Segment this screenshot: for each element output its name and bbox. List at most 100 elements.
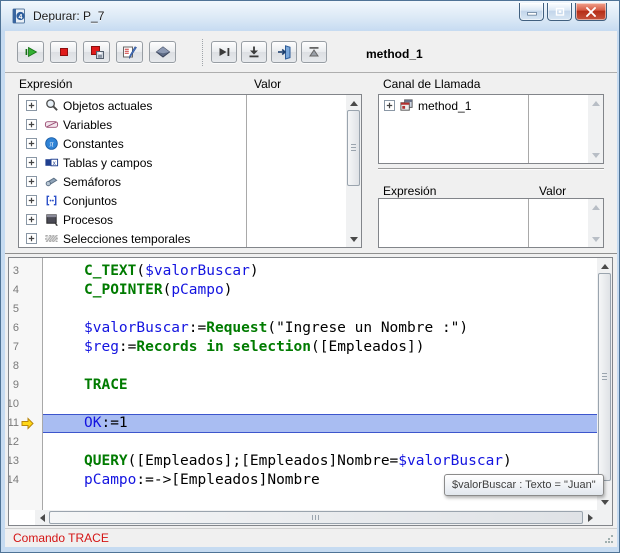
resize-grip[interactable] <box>604 534 614 544</box>
edit-icon <box>122 44 138 60</box>
code-line-5[interactable]: 5 <box>9 300 597 319</box>
code-segment: ) <box>224 282 233 298</box>
titlebar[interactable]: 4 Depurar: P_7 <box>1 1 620 31</box>
scrollbar-thumb[interactable] <box>347 110 360 186</box>
code-line-10[interactable]: 10 <box>9 395 597 414</box>
scroll-down-button[interactable] <box>346 232 361 246</box>
expand-icon[interactable] <box>26 157 37 168</box>
call-chain-item-0[interactable]: method_1 <box>379 96 587 115</box>
expression-tree-item-2[interactable]: πConstantes <box>19 134 345 153</box>
minimize-button[interactable] <box>519 3 544 21</box>
line-number[interactable]: 10 <box>9 395 19 414</box>
code-line-11[interactable]: 11OK:=1 <box>9 414 597 433</box>
call-chain-scrollbar <box>588 95 603 163</box>
expand-icon[interactable] <box>26 119 37 130</box>
scroll-up-button[interactable] <box>346 96 361 110</box>
expression-tree-item-1[interactable]: Variables <box>19 115 345 134</box>
scrollbar-thumb[interactable] <box>49 511 583 524</box>
code-line-12[interactable]: 12 <box>9 433 597 452</box>
abort-and-edit-button[interactable] <box>83 41 110 63</box>
expression-scrollbar <box>346 95 361 247</box>
code-segment: Request <box>206 320 267 336</box>
scroll-down-button[interactable] <box>597 495 612 509</box>
code-segment: $valorBuscar <box>145 263 250 279</box>
edit-method-button[interactable] <box>116 41 143 63</box>
play-icon <box>23 44 39 60</box>
line-number[interactable]: 6 <box>9 319 19 338</box>
code-line-4[interactable]: 4 C_POINTER(pCampo) <box>9 281 597 300</box>
expression-tree-item-0[interactable]: Objetos actuales <box>19 96 345 115</box>
line-number[interactable]: 3 <box>9 262 19 281</box>
code-line-13[interactable]: 13QUERY([Empleados];[Empleados]Nombre=$v… <box>9 452 597 471</box>
code-line-7[interactable]: 7$reg:=Records in selection([Empleados]) <box>9 338 597 357</box>
expression-tree-item-7[interactable]: Selecciones temporales <box>19 229 345 246</box>
process-icon <box>44 212 59 227</box>
watch-listbox[interactable] <box>378 198 604 248</box>
line-number[interactable]: 12 <box>9 433 19 452</box>
step-over-button[interactable] <box>211 41 237 63</box>
method-icon <box>399 98 414 113</box>
close-button[interactable] <box>575 3 607 21</box>
step-into-button[interactable] <box>241 41 267 63</box>
code-line-6[interactable]: 6$valorBuscar:=Request("Ingrese un Nombr… <box>9 319 597 338</box>
scroll-right-button[interactable] <box>583 510 597 525</box>
step-out-button[interactable] <box>271 41 297 63</box>
expression-tree-item-6[interactable]: Procesos <box>19 210 345 229</box>
line-number[interactable]: 9 <box>9 376 19 395</box>
panel-splitter-vertical[interactable] <box>364 94 376 248</box>
expand-icon[interactable] <box>26 195 37 206</box>
code-line-9[interactable]: 9TRACE <box>9 376 597 395</box>
scroll-down-button[interactable] <box>588 148 603 162</box>
step-to-end-button[interactable] <box>301 41 327 63</box>
call-chain-listbox: method_1 <box>378 94 604 164</box>
right-panel-divider[interactable] <box>378 168 604 170</box>
save-settings-button[interactable] <box>149 41 176 63</box>
current-method-label: method_1 <box>366 47 423 61</box>
watch-value-header: Valor <box>539 184 566 198</box>
step-over-icon <box>216 44 232 60</box>
expression-tree-item-4[interactable]: Semáforos <box>19 172 345 191</box>
code-segment: ( <box>136 263 145 279</box>
column-separator[interactable] <box>246 95 247 247</box>
code-vertical-scrollbar <box>597 258 612 510</box>
expand-icon[interactable] <box>26 138 37 149</box>
step-out-icon <box>276 44 292 60</box>
scroll-up-button[interactable] <box>588 96 603 110</box>
scroll-down-button[interactable] <box>588 232 603 246</box>
scroll-left-button[interactable] <box>35 510 49 525</box>
line-number[interactable]: 14 <box>9 471 19 490</box>
line-number[interactable]: 5 <box>9 300 19 319</box>
scrollbar-thumb[interactable] <box>598 273 611 481</box>
code-text: C_POINTER(pCampo) <box>84 281 232 300</box>
watch-scrollbar <box>588 199 603 247</box>
line-number[interactable]: 8 <box>9 357 19 376</box>
code-segment: $valorBuscar <box>398 453 503 469</box>
line-number[interactable]: 7 <box>9 338 19 357</box>
svg-text:x: x <box>53 160 56 167</box>
expand-icon[interactable] <box>384 100 395 111</box>
scroll-up-button[interactable] <box>597 259 612 273</box>
code-segment: C_POINTER <box>84 282 163 298</box>
code-line-8[interactable]: 8 <box>9 357 597 376</box>
abort-button[interactable] <box>50 41 77 63</box>
scroll-up-button[interactable] <box>588 200 603 214</box>
expand-icon[interactable] <box>26 176 37 187</box>
code-line-3[interactable]: 3C_TEXT($valorBuscar) <box>9 262 597 281</box>
column-separator[interactable] <box>528 199 529 247</box>
expand-icon[interactable] <box>26 214 37 225</box>
table-icon: x <box>44 155 59 170</box>
close-icon <box>585 7 597 17</box>
expand-icon[interactable] <box>26 100 37 111</box>
restore-button[interactable] <box>547 3 572 21</box>
line-number[interactable]: 11 <box>9 414 19 433</box>
panel-splitter-horizontal[interactable] <box>5 253 617 254</box>
expression-tree-item-5[interactable]: Conjuntos <box>19 191 345 210</box>
column-separator[interactable] <box>528 95 529 163</box>
line-number[interactable]: 13 <box>9 452 19 471</box>
code-segment: :=1 <box>101 415 127 431</box>
line-number[interactable]: 4 <box>9 281 19 300</box>
expand-icon[interactable] <box>26 233 37 244</box>
expression-tree-item-3[interactable]: xTablas y campos <box>19 153 345 172</box>
no-trace-button[interactable] <box>17 41 44 63</box>
call-chain-list: method_1 <box>379 96 587 162</box>
